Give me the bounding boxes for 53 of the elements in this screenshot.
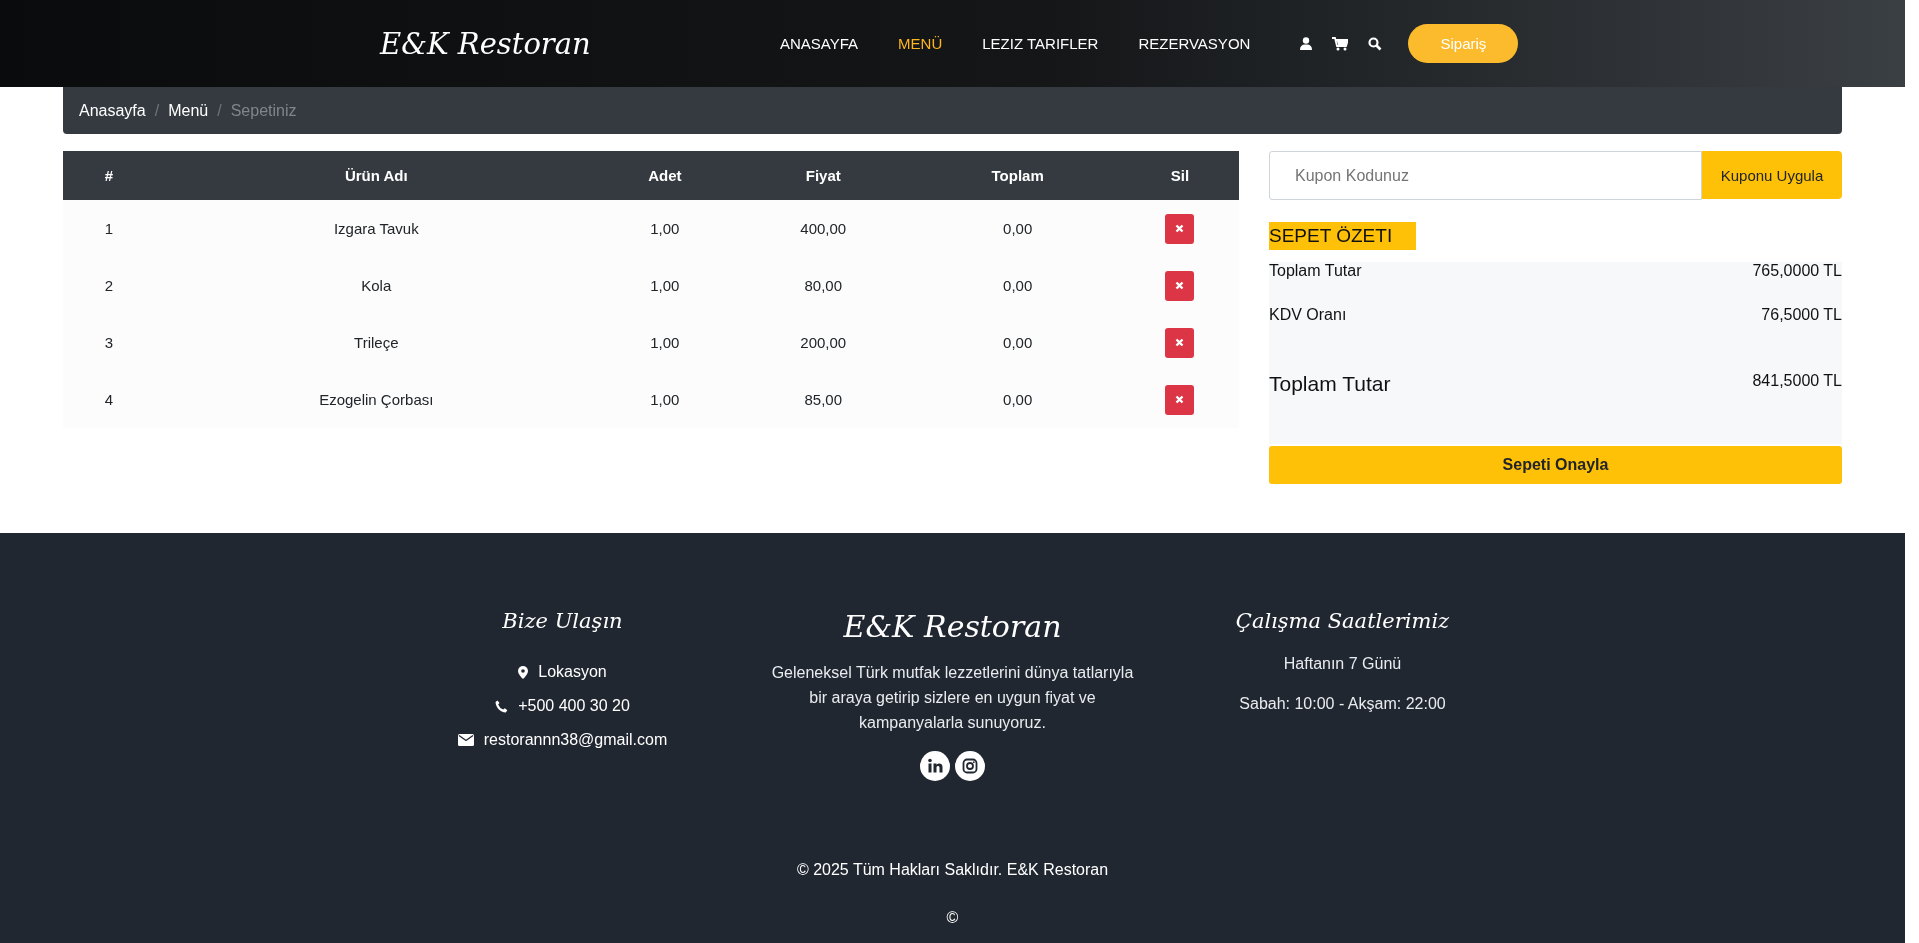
breadcrumb-separator: /	[154, 101, 160, 120]
copyright-symbol: ©	[946, 909, 959, 927]
nav-link[interactable]: LEZIZ TARIFLER	[982, 35, 1099, 52]
column-header: #	[63, 151, 155, 200]
contact-text: Lokasyon	[538, 663, 607, 681]
summary-value: 841,5000 TL	[1752, 372, 1842, 390]
summary-label: Toplam Tutar	[1269, 372, 1391, 396]
summary-value: 765,0000 TL	[1752, 262, 1842, 280]
breadcrumb-link[interactable]: Anasayfa	[79, 101, 146, 120]
cart-icon[interactable]	[1332, 36, 1349, 51]
contact-text: restorannn38@gmail.com	[483, 731, 668, 749]
footer-logo: E&K Restoran	[843, 609, 1062, 644]
brand-logo[interactable]: E&K Restoran	[380, 26, 780, 61]
coupon-field[interactable]: Kupon Kodunuz	[1269, 151, 1702, 200]
breadcrumb-separator: /	[217, 101, 222, 120]
column-header: Ürün Adı	[155, 151, 598, 200]
about-text: Geleneksel Türk mutfak lezzetlerini dünya tatlarıyla bir araya getirip sizlere en uygun fiyat ve kampanyalarla sunuyoruz.	[770, 663, 1135, 733]
search-icon[interactable]	[1368, 36, 1383, 51]
confirm-cart-button[interactable]: Sepeti Onayla	[1269, 446, 1842, 484]
summary-value: 76,5000 TL	[1761, 306, 1842, 324]
breadcrumb-link[interactable]: Menü	[168, 101, 209, 120]
column-header: Fiyat	[732, 151, 915, 200]
envelope-icon	[457, 734, 474, 746]
summary-label: KDV Oranı	[1269, 306, 1347, 324]
footer-heading: Çalışma Saatlerimiz	[1235, 609, 1450, 633]
delete-button[interactable]	[1165, 384, 1195, 415]
summary-title: SEPET ÖZETI	[1269, 222, 1417, 250]
apply-coupon-button[interactable]: Kuponu Uygula	[1702, 151, 1842, 199]
footer-heading: Bize Ulaşın	[502, 609, 623, 633]
current-page-label: Sepetiniz	[230, 101, 297, 120]
close-icon	[1175, 281, 1185, 290]
nav-link[interactable]: REZERVASYON	[1138, 35, 1251, 52]
delete-button[interactable]	[1165, 213, 1195, 244]
phone-icon	[495, 699, 509, 713]
map-pin-icon	[518, 665, 529, 679]
instagram-icon[interactable]	[955, 751, 985, 781]
column-header: Sil	[1120, 151, 1239, 200]
hours-text: Haftanın 7 Günü	[1283, 655, 1402, 674]
close-icon	[1175, 338, 1185, 347]
delete-button[interactable]	[1165, 270, 1195, 301]
close-icon	[1175, 224, 1185, 233]
column-header: Adet	[597, 151, 733, 200]
close-icon	[1175, 395, 1185, 404]
nav-link[interactable]: ANASAYFA	[780, 35, 859, 52]
hours-text: Sabah: 10:00 - Akşam: 22:00	[1239, 695, 1446, 714]
delete-button[interactable]	[1165, 327, 1195, 358]
user-icon[interactable]	[1300, 37, 1313, 50]
linkedin-icon[interactable]	[920, 751, 950, 781]
nav-link[interactable]: MENÜ	[898, 35, 943, 52]
copyright-text: © 2025 Tüm Hakları Saklıdır. E&K Restoran	[796, 861, 1109, 879]
contact-text: +500 400 30 20	[518, 697, 630, 715]
column-header: Toplam	[914, 151, 1121, 200]
summary-label: Toplam Tutar	[1269, 262, 1362, 280]
